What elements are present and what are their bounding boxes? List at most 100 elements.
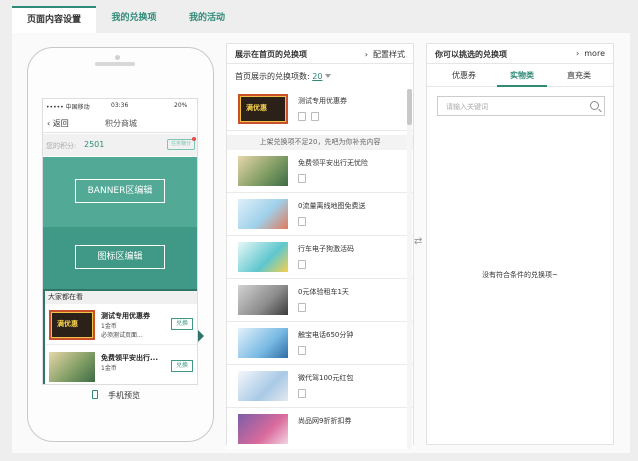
exchange-button[interactable]: 兑换 (171, 318, 193, 330)
item-cost: 1金币 (101, 323, 117, 330)
battery: 20% (174, 102, 188, 109)
panel-header: 你可以挑选的兑换项 › more (427, 44, 613, 64)
banner-area: BANNER区编辑 (43, 157, 197, 227)
panel-header: 展示在首页的兑换项 › 配置样式 (227, 44, 413, 64)
config-style-label: 配置样式 (373, 50, 405, 59)
item-thumbnail (238, 242, 288, 272)
tab-bar: 页面内容设置 我的兑换项 我的活动 (0, 0, 638, 34)
item-ops (298, 303, 318, 313)
search-placeholder: 请输入关键词 (446, 103, 488, 111)
item-list: 测试专用优惠券 上架兑换项不足20，先吧为你补充内容 免费领平安出行无忧险 0流… (227, 88, 413, 449)
exchange-button[interactable]: 兑换 (171, 360, 193, 372)
item-name: 免费领平安出行... (101, 354, 158, 362)
hot-item[interactable]: 免费领平安出行... 1金币 兑换 (45, 347, 197, 384)
tab-recharge[interactable]: 直充类 (549, 70, 609, 81)
edit-icon[interactable] (298, 303, 306, 312)
delete-icon[interactable] (311, 112, 319, 121)
item-name: 测试专用优惠券 (101, 312, 150, 320)
task-button[interactable]: 任务赚分 (167, 139, 195, 150)
item-thumbnail (238, 199, 288, 229)
item-thumbnail (49, 352, 95, 382)
hot-title: 大家都在看 (45, 291, 197, 304)
icon-area: 图标区编辑 (43, 227, 197, 289)
clock: 03:36 (111, 102, 129, 109)
points-bar: 您的积分: 2501 任务赚分 (43, 134, 197, 156)
edit-icon[interactable] (298, 174, 306, 183)
item-name: 0元体验租车1天 (298, 288, 349, 296)
list-item[interactable]: 测试专用优惠券 (227, 88, 413, 131)
tab-physical[interactable]: 实物类 (492, 70, 552, 81)
panel-title: 你可以挑选的兑换项 (435, 50, 507, 59)
item-cost: 1金币 (101, 365, 117, 372)
item-thumbnail (49, 310, 95, 340)
pointer-arrow (198, 330, 204, 342)
list-item[interactable]: 免费领平安出行无忧险 (227, 150, 413, 193)
chevron-down-icon[interactable] (325, 74, 332, 78)
edit-icon[interactable] (298, 346, 306, 355)
item-thumbnail (238, 328, 288, 358)
list-item[interactable]: 微代驾100元红包 (227, 365, 413, 408)
phone-title: 积分商城 (105, 119, 137, 128)
item-ops (298, 389, 318, 399)
item-ops (298, 217, 318, 227)
list-item[interactable]: 尚品网9折折扣券 (227, 408, 413, 449)
edit-icon[interactable] (298, 389, 306, 398)
phone-screen: ••••• 中国移动 03:36 20% ‹ 返回 积分商城 您的积分: 250… (42, 98, 198, 385)
more-label: more (584, 49, 605, 58)
list-item[interactable]: 行车电子狗激活码 (227, 236, 413, 279)
item-name: 触宝电话650分钟 (298, 331, 354, 339)
config-style-link[interactable]: › 配置样式 (365, 49, 405, 60)
list-item[interactable]: 触宝电话650分钟 (227, 322, 413, 365)
banner-edit-button[interactable]: BANNER区编辑 (75, 179, 165, 203)
phone-speaker (95, 62, 135, 66)
more-link[interactable]: › more (576, 49, 605, 58)
item-note: 必须测试页面... (101, 332, 143, 339)
item-ops (298, 346, 318, 356)
item-name: 免费领平安出行无忧险 (298, 159, 368, 167)
item-thumbnail (238, 156, 288, 186)
count-row: 首页展示的兑换项数: 20 (235, 71, 332, 82)
phone-camera (115, 55, 120, 60)
scroll-thumb[interactable] (407, 89, 412, 125)
active-tab-indicator (497, 85, 547, 87)
item-ops (298, 174, 318, 184)
item-name: 行车电子狗激活码 (298, 245, 354, 253)
preview-label: 手机预览 (108, 391, 140, 400)
phone-icon (92, 390, 98, 399)
count-select[interactable]: 20 (312, 72, 322, 81)
edit-icon[interactable] (298, 217, 306, 226)
item-ops (298, 260, 318, 270)
points-value: 2501 (84, 140, 105, 149)
item-thumbnail (238, 285, 288, 315)
category-tabs: 优惠券 实物类 直充类 (427, 65, 613, 87)
swap-icon: ⇄ (414, 236, 423, 247)
list-item[interactable]: 0流量离线地图免费送 (227, 193, 413, 236)
phone-preview[interactable]: 手机预览 (92, 390, 140, 401)
cart-icon[interactable] (298, 112, 306, 121)
scrollbar[interactable] (407, 89, 412, 449)
tab-page-content[interactable]: 页面内容设置 (12, 6, 96, 34)
search-icon[interactable] (590, 101, 599, 110)
count-label: 首页展示的兑换项数: (235, 72, 310, 81)
list-item[interactable]: 0元体验租车1天 (227, 279, 413, 322)
phone-nav-bar: ‹ 返回 积分商城 (43, 113, 197, 133)
item-name: 尚品网9折折扣券 (298, 417, 352, 425)
item-name: 微代驾100元红包 (298, 374, 354, 382)
panel-title: 展示在首页的兑换项 (235, 50, 307, 59)
notification-dot (192, 137, 196, 141)
hot-section[interactable]: 大家都在看 测试专用优惠券 1金币 必须测试页面... 兑换 免费领平安出行..… (43, 289, 197, 384)
points-label: 您的积分: (46, 142, 77, 150)
tab-my-exchange[interactable]: 我的兑换项 (96, 6, 172, 34)
item-name: 0流量离线地图免费送 (298, 202, 366, 210)
warning-banner: 上架兑换项不足20，先吧为你补充内容 (227, 135, 413, 150)
available-items-panel: 你可以挑选的兑换项 › more 优惠券 实物类 直充类 请输入关键词 没有符合… (426, 43, 614, 445)
hot-item[interactable]: 测试专用优惠券 1金币 必须测试页面... 兑换 (45, 305, 197, 345)
icon-edit-button[interactable]: 图标区编辑 (75, 245, 165, 269)
tab-my-activity[interactable]: 我的活动 (172, 6, 242, 34)
search-input[interactable]: 请输入关键词 (437, 96, 605, 116)
edit-icon[interactable] (298, 260, 306, 269)
item-thumbnail (238, 371, 288, 401)
homepage-items-panel: 展示在首页的兑换项 › 配置样式 首页展示的兑换项数: 20 测试专用优惠券 上… (226, 43, 414, 449)
tab-coupon[interactable]: 优惠券 (434, 70, 494, 81)
item-thumbnail (238, 414, 288, 444)
